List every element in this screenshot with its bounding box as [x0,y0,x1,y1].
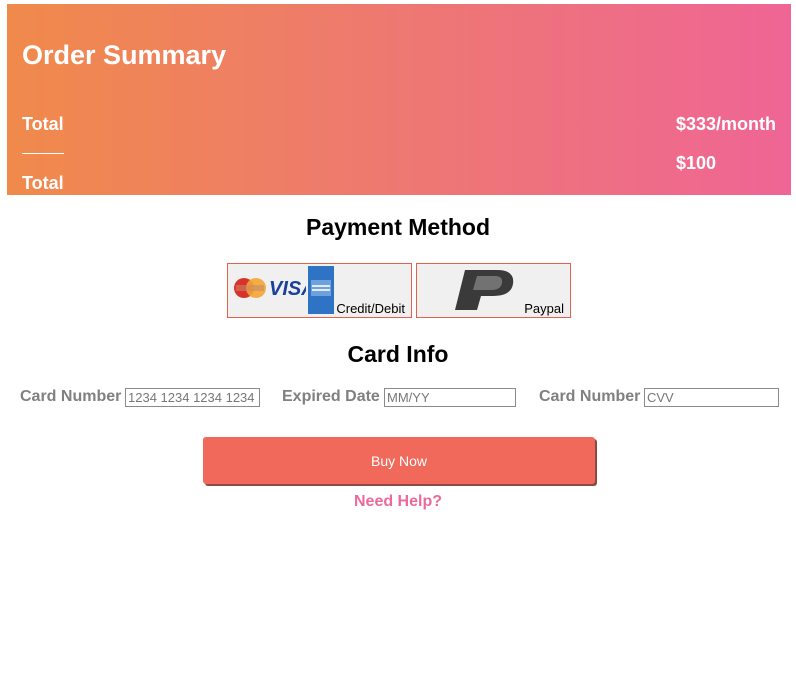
order-summary-header: Order Summary Total $333/month $100 Tota… [7,4,791,195]
total-label: Total [22,114,64,134]
expired-date-input[interactable] [384,388,516,407]
paypal-option[interactable]: Paypal [416,263,571,318]
summary-divider [22,153,64,154]
card-number-label: Card Number [20,388,122,405]
need-help-link[interactable]: Need Help? [0,493,796,511]
cvv-label: Card Number [539,388,641,405]
paypal-icon [455,270,514,310]
card-info-title: Card Info [347,341,449,367]
credit-debit-option[interactable]: VISA Credit/Debit [227,263,412,318]
card-number-input[interactable] [125,388,260,407]
visa-icon: VISA [269,278,306,300]
total-value: $100 [676,153,717,173]
expired-date-label: Expired Date [282,388,380,405]
payment-method-title: Payment Method [305,214,491,240]
monthly-total-value: $333/month [676,114,777,134]
credit-debit-label: Credit/Debit [336,301,405,316]
buy-now-button[interactable]: Buy Now [203,437,595,484]
svg-text:VISA: VISA [269,278,306,300]
total-label-2: Total [22,173,64,193]
amex-icon [308,266,334,314]
paypal-label: Paypal [524,301,564,316]
mastercard-icon [234,278,266,298]
cvv-input[interactable] [644,388,779,407]
order-summary-title: Order Summary [22,40,227,70]
